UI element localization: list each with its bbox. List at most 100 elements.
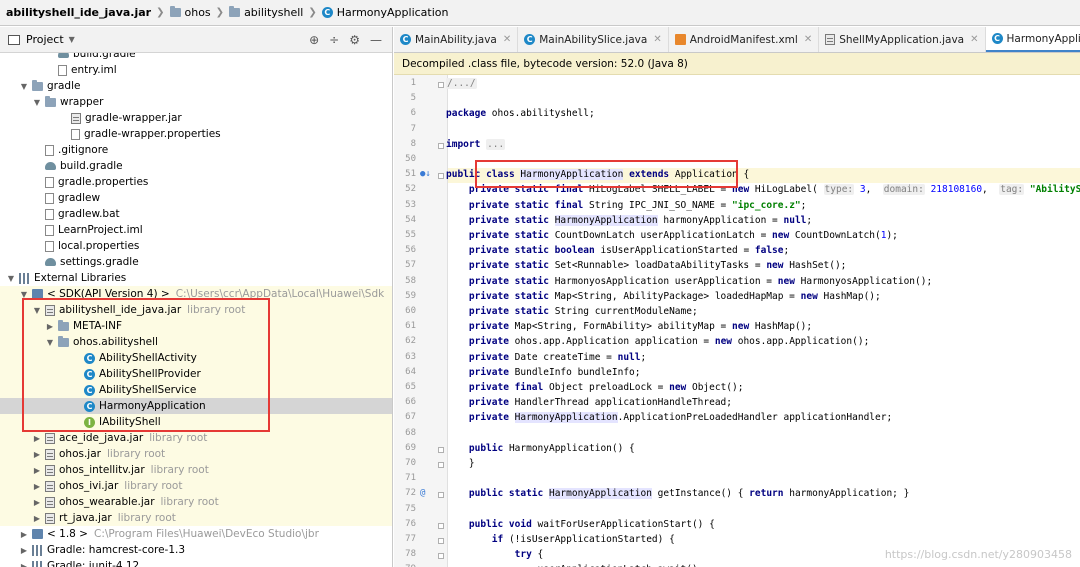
close-icon[interactable]: ✕	[653, 34, 661, 45]
chevron-down-icon[interactable]: ▼	[69, 35, 75, 44]
tree-item-annotation: library root	[187, 304, 246, 316]
tree-item[interactable]: gradlew.bat	[0, 206, 392, 222]
breadcrumb-separator-icon: ❯	[215, 7, 225, 18]
close-icon[interactable]: ✕	[804, 34, 812, 45]
tab-androidmanifest-xml[interactable]: AndroidManifest.xml ✕	[669, 27, 820, 52]
tree-item[interactable]: ▼ < SDK(API Version 4) > C:\Users\ccr\AppD…	[0, 286, 392, 302]
line-number: 65	[405, 382, 416, 392]
tree-item[interactable]: ▼ External Libraries	[0, 270, 392, 286]
breadcrumb-item[interactable]: abilityshell_ide_java.jar ❯	[6, 6, 170, 19]
expanded-arrow-icon[interactable]: ▼	[32, 98, 42, 107]
tab-harmonyapplication-class[interactable]: CHarmonyApplication.class✕	[985, 27, 1080, 52]
fold-marker-icon[interactable]	[438, 492, 444, 499]
hide-icon[interactable]: —	[370, 33, 382, 47]
tree-item[interactable]: ▶ ohos_ivi.jar library root	[0, 478, 392, 494]
fold-marker-icon[interactable]	[438, 173, 444, 180]
tree-item-label: AbilityShellProvider	[99, 368, 201, 380]
tree-item-annotation: library root	[149, 432, 208, 444]
tree-item[interactable]: ▼ ohos.abilityshell	[0, 334, 392, 350]
collapsed-arrow-icon[interactable]: ▶	[32, 482, 42, 491]
tree-item[interactable]: local.properties	[0, 238, 392, 254]
locate-icon[interactable]: ⊕	[309, 33, 319, 47]
tree-item[interactable]: C AbilityShellProvider	[0, 366, 392, 382]
tree-item[interactable]: settings.gradle	[0, 254, 392, 270]
xml-icon	[674, 34, 686, 45]
collapsed-arrow-icon[interactable]: ▶	[19, 530, 29, 539]
tree-item[interactable]: gradle-wrapper.jar	[0, 110, 392, 126]
tree-item[interactable]: ▼ gradle	[0, 78, 392, 94]
tree-item[interactable]: entry.iml	[0, 62, 392, 78]
collapse-icon[interactable]: ÷	[329, 33, 339, 47]
fold-marker-icon[interactable]	[438, 538, 444, 544]
tree-item-label: LearnProject.iml	[58, 224, 143, 236]
tree-item[interactable]: ▼ abilityshell_ide_java.jar library root	[0, 302, 392, 318]
collapsed-arrow-icon[interactable]: ▶	[32, 514, 42, 523]
tab-mainability-java[interactable]: C MainAbility.java ✕	[394, 27, 519, 52]
fold-marker-icon[interactable]	[438, 462, 444, 468]
line-number: 8	[410, 138, 416, 149]
close-icon[interactable]: ✕	[970, 34, 978, 45]
collapsed-arrow-icon[interactable]: ▶	[32, 466, 42, 475]
expanded-arrow-icon[interactable]: ▼	[19, 82, 29, 91]
code-editor[interactable]: 1 5 6 7 8 50 51 52 53 54 55 56 57 58 59 60 61 62 63 64 65 66 6…	[394, 75, 1080, 567]
tree-item-annotation: library root	[124, 480, 183, 492]
collapsed-arrow-icon[interactable]: ▶	[32, 498, 42, 507]
folder-icon	[58, 319, 69, 331]
fold-marker-icon[interactable]	[438, 446, 444, 453]
class-icon: C	[84, 400, 95, 412]
breadcrumb-item[interactable]: C HarmonyApplication	[321, 6, 448, 19]
tree-item[interactable]: gradle.properties	[0, 174, 392, 190]
annotation-icon[interactable]: @	[420, 488, 425, 498]
fold-marker-icon[interactable]	[438, 553, 444, 560]
watermark: https://blog.csdn.net/y280903458	[884, 548, 1072, 561]
tree-item[interactable]: I IAbilityShell	[0, 414, 392, 430]
fold-marker-icon[interactable]	[438, 142, 444, 149]
tab-shellmyapplication-java[interactable]: ShellMyApplication.java ✕	[819, 27, 986, 52]
tree-item[interactable]: build.gradle	[0, 53, 392, 62]
expanded-arrow-icon[interactable]: ▼	[32, 306, 42, 315]
tree-item[interactable]: ▶ Gradle: hamcrest-core-1.3	[0, 542, 392, 558]
tree-item[interactable]: ▶ rt_java.jar library root	[0, 510, 392, 526]
tree-item[interactable]: ▶ META-INF	[0, 318, 392, 334]
jar-icon	[45, 480, 55, 492]
fold-marker-icon[interactable]	[438, 522, 444, 529]
collapsed-arrow-icon[interactable]: ▶	[19, 562, 29, 567]
collapsed-arrow-icon[interactable]: ▶	[45, 322, 55, 331]
tab-mainabilityslice-java[interactable]: C MainAbilitySlice.java ✕	[518, 27, 669, 52]
expanded-arrow-icon[interactable]: ▼	[19, 290, 29, 299]
tree-item[interactable]: ▶ ace_ide_java.jar library root	[0, 430, 392, 446]
tree-item-label: build.gradle	[60, 160, 123, 172]
interface-icon: I	[84, 416, 95, 428]
tree-item[interactable]: C AbilityShellService	[0, 382, 392, 398]
tree-item-label: abilityshell_ide_java.jar	[59, 304, 182, 316]
collapsed-arrow-icon[interactable]: ▶	[32, 434, 42, 443]
tree-item[interactable]: C HarmonyApplication	[0, 398, 392, 414]
tree-item[interactable]: .gitignore	[0, 142, 392, 158]
tree-item[interactable]: ▶ Gradle: junit-4.12	[0, 558, 392, 567]
breadcrumb-item[interactable]: ohos ❯	[169, 6, 230, 19]
tree-item[interactable]: LearnProject.iml	[0, 222, 392, 238]
line-number: 72	[405, 488, 416, 499]
tree-item[interactable]: ▶ < 1.8 > C:\Program Files\Huawei\DevEco S…	[0, 526, 392, 542]
tree-item[interactable]: gradlew	[0, 190, 392, 206]
tree-item[interactable]: C AbilityShellActivity	[0, 350, 392, 366]
tree-item[interactable]: ▶ ohos.jar library root	[0, 446, 392, 462]
fold-marker-icon[interactable]	[438, 82, 444, 88]
collapsed-arrow-icon[interactable]: ▶	[19, 546, 29, 555]
close-icon[interactable]: ✕	[503, 34, 511, 45]
tree-item[interactable]: ▶ ohos_intellitv.jar library root	[0, 462, 392, 478]
line-number: 5	[410, 93, 416, 104]
tree-item[interactable]: ▶ ohos_wearable.jar library root	[0, 494, 392, 510]
collapsed-arrow-icon[interactable]: ▶	[32, 450, 42, 459]
override-icon[interactable]: ●↓	[420, 169, 431, 179]
gear-icon[interactable]: ⚙	[349, 33, 360, 47]
project-view-selector[interactable]: Project	[26, 33, 64, 46]
tree-item[interactable]: gradle-wrapper.properties	[0, 126, 392, 142]
tree-item[interactable]: build.gradle	[0, 158, 392, 174]
expanded-arrow-icon[interactable]: ▼	[45, 338, 55, 347]
expanded-arrow-icon[interactable]: ▼	[6, 274, 16, 283]
code-line: public class HarmonyApplication extends …	[446, 169, 750, 181]
tree-item[interactable]: ▼ wrapper	[0, 94, 392, 110]
line-number: 7	[410, 123, 416, 134]
breadcrumb-item[interactable]: abilityshell ❯	[229, 6, 322, 19]
